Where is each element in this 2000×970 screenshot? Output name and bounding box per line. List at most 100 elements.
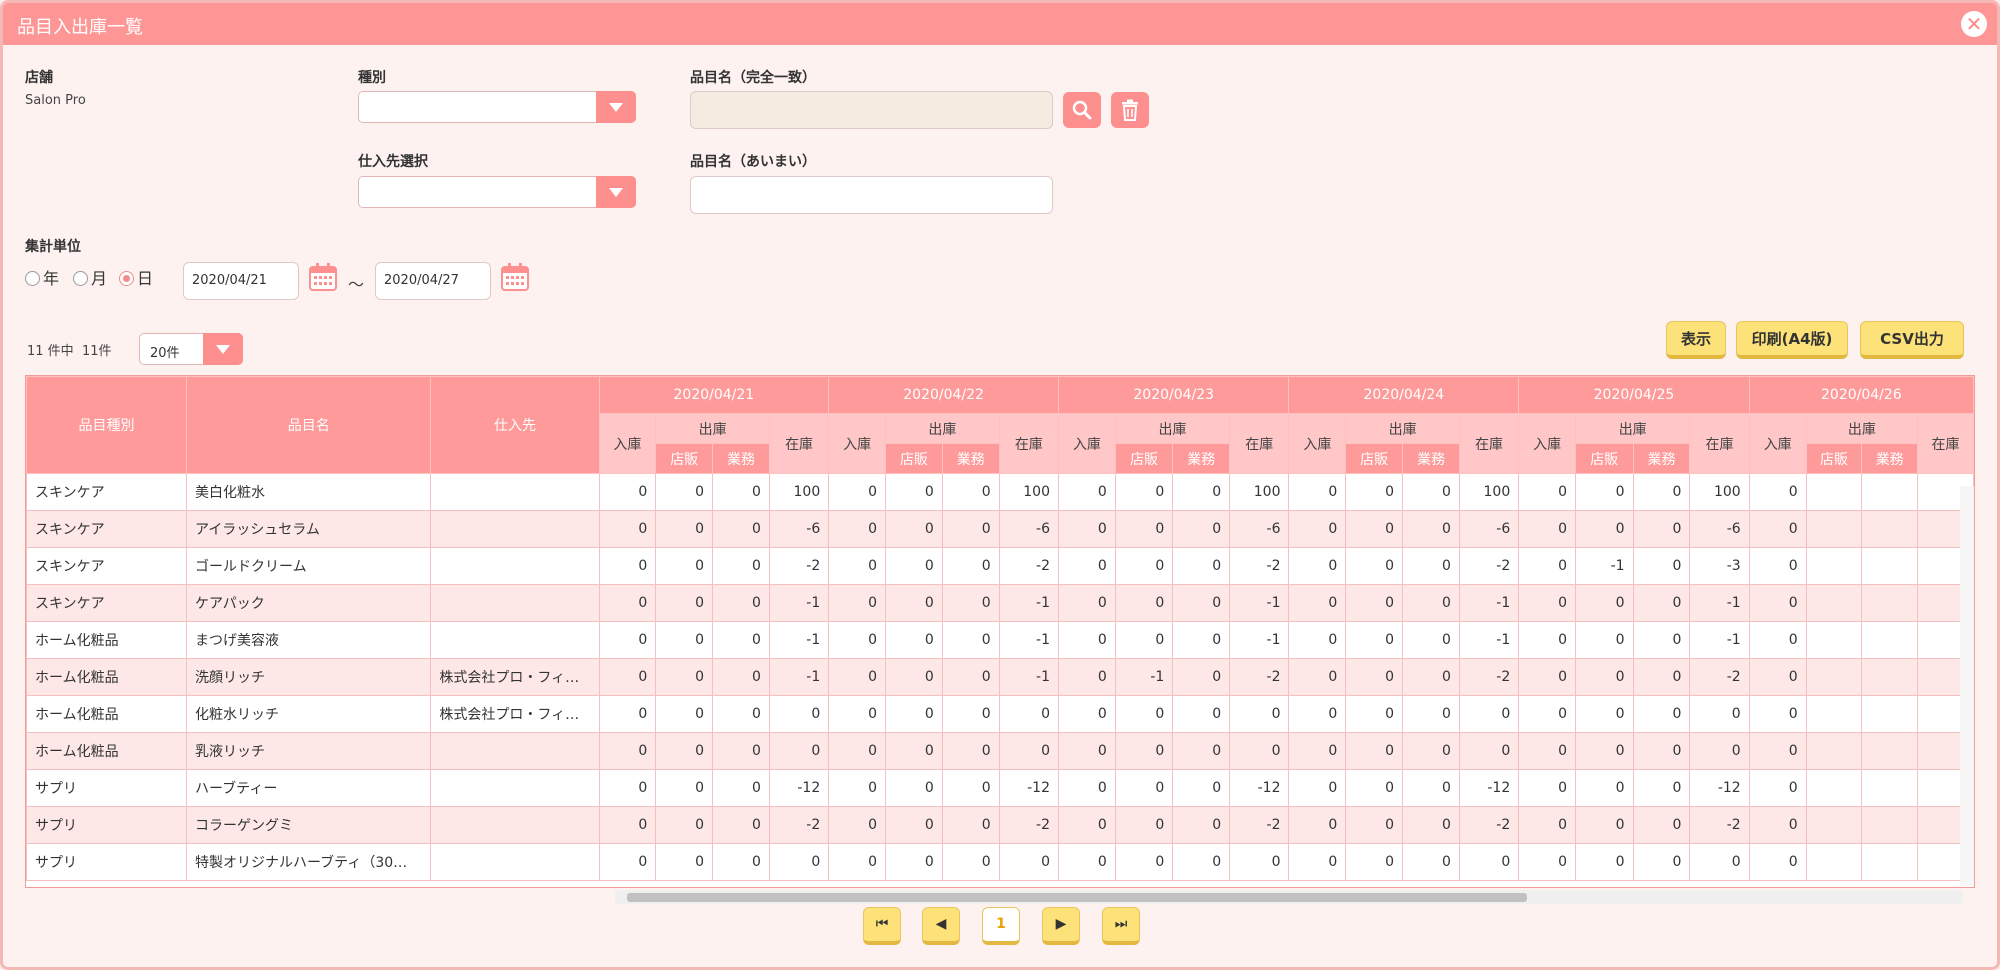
date-to-field[interactable]: 2020/04/27	[375, 262, 491, 300]
cell-value: 0	[1172, 473, 1231, 511]
cell-value: -6	[1689, 510, 1750, 548]
cell-value: -1	[1458, 621, 1520, 659]
cell-value: 0	[1288, 806, 1347, 844]
item-fuzzy-field[interactable]	[690, 176, 1053, 214]
cell-value: 0	[1288, 473, 1347, 511]
table-row[interactable]: ホーム化粧品 洗顔リッチ 株式会社プロ・フィ… 0 0 0 -1 0 0 0 -1 0 -1 0 -2 0 0 0…	[26, 658, 1974, 696]
item-exact-field[interactable]	[690, 91, 1053, 129]
radio-circle[interactable]	[25, 271, 40, 286]
chevron-down-icon[interactable]	[596, 91, 636, 123]
close-icon[interactable]: ✕	[1961, 11, 1987, 37]
header-date: 2020/04/22	[828, 376, 1059, 414]
cell-value: 0	[1288, 732, 1347, 770]
csv-export-button[interactable]: CSV出力	[1860, 321, 1964, 359]
cell-supplier	[430, 732, 600, 770]
cell-value: 0	[1288, 584, 1347, 622]
cell-value: -6	[1458, 510, 1520, 548]
table-row[interactable]: スキンケア 美白化粧水 0 0 0 100 0 0 0 100 0 0 0 100 0 0 0 100 0 0 0 100…	[26, 473, 1974, 511]
cell-value: 0	[1058, 510, 1116, 548]
table-row[interactable]: ホーム化粧品 まつげ美容液 0 0 0 -1 0 0 0 -1 0 0 0 -1 0 0 0 -1 0 0 0 -1 0	[26, 621, 1974, 659]
cell-value: -2	[1689, 658, 1750, 696]
table-row[interactable]: スキンケア ゴールドクリーム 0 0 0 -2 0 0 0 -2 0 0 0 -2 0 0 0 -2 0 -1 0 -3 0	[26, 547, 1974, 585]
cell-value: -2	[1458, 547, 1520, 585]
calendar-icon[interactable]	[308, 262, 338, 292]
cell-category: ホーム化粧品	[26, 695, 187, 733]
show-button[interactable]: 表示	[1666, 321, 1726, 359]
prev-page-button[interactable]: ◀	[922, 907, 960, 945]
cell-value: 0	[712, 584, 770, 622]
cell-value: 0	[1632, 473, 1691, 511]
cell-value: 0	[1632, 806, 1691, 844]
cell-value: 0	[1114, 621, 1174, 659]
cell-value: 0	[1172, 584, 1231, 622]
cell-value: 0	[885, 695, 943, 733]
cell-value: 0	[828, 658, 887, 696]
next-page-button[interactable]: ▶	[1042, 907, 1080, 945]
cell-value: 0	[598, 806, 657, 844]
cell-value: 0	[1748, 806, 1807, 844]
clear-button[interactable]	[1111, 92, 1149, 128]
cell-value: 0	[1402, 473, 1460, 511]
header-store-sale: 店販	[1805, 443, 1863, 474]
search-icon	[1072, 100, 1092, 120]
search-button[interactable]	[1063, 92, 1101, 128]
table-row[interactable]: サプリ コラーゲングミ 0 0 0 -2 0 0 0 -2 0 0 0 -2 0 0 0 -2 0 0 0 -2 0	[26, 806, 1974, 844]
cell-value	[1861, 510, 1919, 548]
cell-value: 0	[1114, 473, 1174, 511]
supplier-label: 仕入先選択	[358, 154, 428, 170]
header-business: 業務	[1632, 443, 1691, 474]
last-page-button[interactable]: ⏭	[1102, 907, 1140, 945]
cell-value: 0	[941, 843, 1000, 881]
unit-radio-day[interactable]: 日	[119, 265, 153, 289]
first-page-button[interactable]: ⏮	[863, 907, 901, 945]
table-row[interactable]: ホーム化粧品 乳液リッチ 0 0 0 0 0 0 0 0 0 0 0 0 0 0 0 0 0 0 0 0 0	[26, 732, 1974, 770]
horizontal-scrollbar[interactable]	[615, 890, 1963, 904]
window-title: 品目入出庫一覧	[17, 17, 143, 38]
chevron-down-icon[interactable]	[203, 333, 243, 365]
print-button[interactable]: 印刷(A4版)	[1736, 321, 1848, 359]
cell-value: 0	[1288, 510, 1347, 548]
vertical-scrollbar[interactable]	[1960, 486, 1974, 886]
cell-value: -2	[1458, 806, 1520, 844]
unit-radio-year-label: 年	[43, 269, 60, 288]
cell-value: 0	[712, 732, 770, 770]
cell-value: 0	[1345, 658, 1404, 696]
cell-item-name: ケアパック	[185, 584, 432, 622]
table-row[interactable]: サプリ 特製オリジナルハーブティ（30… 0 0 0 0 0 0 0 0 0 0 0 0 0 0 0 0 0 0 0 0 0	[26, 843, 1974, 881]
cell-value: 0	[1518, 769, 1577, 807]
cell-value: 0	[1575, 769, 1634, 807]
cell-value: 0	[1402, 732, 1460, 770]
cell-value: 0	[1058, 473, 1116, 511]
cell-value: 0	[1172, 658, 1231, 696]
cell-value: 0	[828, 695, 887, 733]
table-row[interactable]: スキンケア ケアパック 0 0 0 -1 0 0 0 -1 0 0 0 -1 0 0 0 -1 0 0 0 -1 0	[26, 584, 1974, 622]
cell-value: -1	[1689, 621, 1750, 659]
radio-circle[interactable]	[73, 271, 88, 286]
unit-radio-year[interactable]: 年	[25, 265, 59, 289]
supplier-select[interactable]	[358, 176, 636, 208]
chevron-down-icon[interactable]	[596, 176, 636, 208]
header-out: 出庫	[1805, 413, 1919, 444]
table-row[interactable]: ホーム化粧品 化粧水リッチ 株式会社プロ・フィ… 0 0 0 0 0 0 0 0 0 0 0 0 0 0 0 0 0 0…	[26, 695, 1974, 733]
category-select[interactable]	[358, 91, 636, 123]
cell-item-name: 特製オリジナルハーブティ（30…	[185, 843, 432, 881]
scrollbar-thumb[interactable]	[627, 893, 1527, 902]
radio-circle-selected[interactable]	[119, 271, 134, 286]
cell-value: 0	[1748, 843, 1807, 881]
cell-value: 0	[1345, 621, 1404, 659]
cell-value: 0	[712, 769, 770, 807]
cell-value: 0	[1518, 843, 1577, 881]
cell-category: ホーム化粧品	[26, 732, 187, 770]
page-1-button[interactable]: 1	[982, 907, 1020, 945]
header-store-sale: 店販	[1114, 443, 1174, 474]
page-size-select[interactable]: 20件	[139, 333, 243, 365]
table-row[interactable]: サプリ ハーブティー 0 0 0 -12 0 0 0 -12 0 0 0 -12 0 0 0 -12 0 0 0 -12 0	[26, 769, 1974, 807]
cell-value: 0	[655, 732, 714, 770]
date-from-field[interactable]: 2020/04/21	[183, 262, 299, 300]
cell-supplier	[430, 843, 600, 881]
cell-value: -12	[1689, 769, 1750, 807]
cell-item-name: 乳液リッチ	[185, 732, 432, 770]
unit-radio-month[interactable]: 月	[73, 265, 107, 289]
table-row[interactable]: スキンケア アイラッシュセラム 0 0 0 -6 0 0 0 -6 0 0 0 -6 0 0 0 -6 0 0 0 -6 0	[26, 510, 1974, 548]
calendar-icon[interactable]	[500, 262, 530, 292]
